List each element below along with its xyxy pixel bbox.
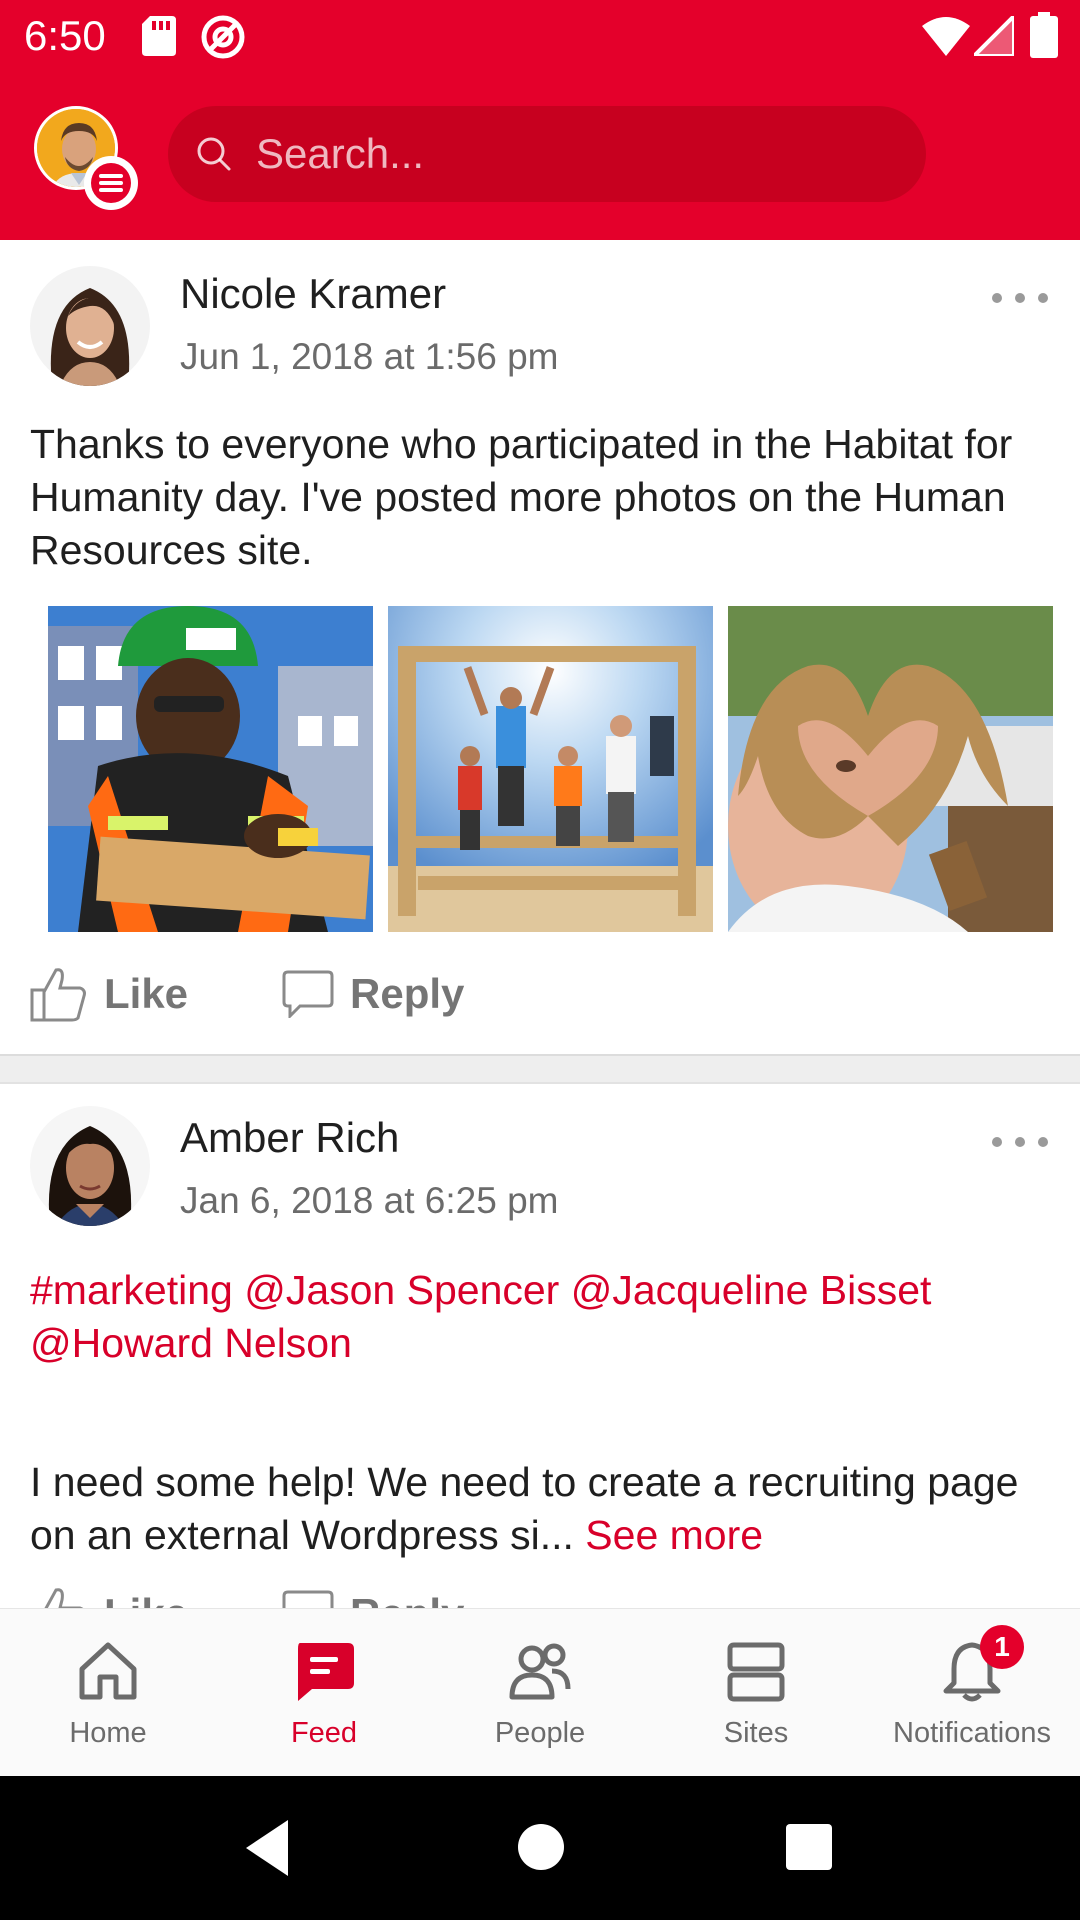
reply-label: Reply	[350, 970, 465, 1017]
photo-gloved-heart[interactable]	[728, 606, 1053, 932]
app-header	[0, 74, 1080, 240]
like-button[interactable]: Like	[30, 1584, 188, 1608]
reply-button[interactable]: Reply	[282, 964, 464, 1024]
post-body-text: I need some help! We need to create a re…	[30, 1459, 1019, 1558]
sites-icon	[727, 1642, 785, 1702]
status-time: 6:50	[24, 12, 106, 59]
thumbs-up-icon	[30, 968, 86, 1022]
reply-bubble-icon	[282, 1590, 334, 1608]
hamburger-menu-icon	[99, 174, 123, 192]
author-avatar[interactable]	[30, 266, 150, 386]
reply-label: Reply	[350, 1590, 464, 1608]
more-options-icon[interactable]	[992, 1134, 1048, 1150]
author-avatar-image	[30, 1106, 150, 1226]
system-navigation-bar	[0, 1776, 1080, 1920]
nav-home-label: Home	[69, 1717, 147, 1749]
post-actions: Like Reply	[30, 1584, 730, 1608]
nav-home[interactable]: Home	[0, 1609, 216, 1777]
wifi-icon	[922, 17, 970, 56]
reply-bubble-icon	[282, 970, 334, 1018]
nav-notifications[interactable]: 1 Notifications	[864, 1609, 1080, 1777]
nav-feed-label: Feed	[290, 1717, 358, 1749]
like-button[interactable]: Like	[30, 964, 188, 1024]
back-triangle-icon[interactable]	[240, 1816, 300, 1880]
post-divider	[0, 1054, 1080, 1084]
nav-sites-label: Sites	[723, 1717, 789, 1749]
status-bar: 6:50	[0, 0, 1080, 74]
like-label: Like	[104, 1590, 188, 1608]
cell-signal-icon	[974, 16, 1014, 56]
feed-post: Nicole Kramer Jun 1, 2018 at 1:56 pm Tha…	[0, 240, 1080, 1058]
post-body: Thanks to everyone who participated in t…	[30, 421, 1013, 573]
feed-list[interactable]: Nicole Kramer Jun 1, 2018 at 1:56 pm Tha…	[0, 240, 1080, 1608]
home-circle-icon[interactable]	[518, 1824, 564, 1870]
post-actions: Like Reply	[30, 964, 730, 1024]
post-author-name[interactable]: Nicole Kramer	[180, 270, 446, 318]
menu-badge	[84, 156, 138, 210]
author-avatar-image	[30, 266, 150, 386]
nav-notifications-label: Notifications	[893, 1717, 1051, 1749]
post-author-name[interactable]: Amber Rich	[180, 1114, 399, 1162]
see-more-link[interactable]: See more	[585, 1512, 763, 1558]
notification-count-badge: 1	[980, 1625, 1024, 1669]
search-bar[interactable]	[168, 106, 926, 202]
more-options-icon[interactable]	[992, 290, 1048, 306]
at-sign-icon	[201, 15, 245, 59]
home-icon	[79, 1642, 137, 1700]
post-mentions[interactable]: #marketing @Jason Spencer @Jacqueline Bi…	[30, 1264, 1060, 1370]
search-icon	[197, 137, 231, 171]
author-avatar[interactable]	[30, 1106, 150, 1226]
nav-people[interactable]: People	[432, 1609, 648, 1777]
sd-card-icon	[142, 16, 176, 56]
bottom-navigation: Home Feed People Sites 1 Notifications	[0, 1608, 1080, 1776]
battery-icon	[1030, 12, 1058, 58]
nav-sites[interactable]: Sites	[648, 1609, 864, 1777]
feed-post: Amber Rich Jan 6, 2018 at 6:25 pm #marke…	[0, 1084, 1080, 1608]
post-timestamp: Jan 6, 2018 at 6:25 pm	[180, 1180, 559, 1221]
like-label: Like	[104, 970, 189, 1017]
photo-worker-hardhat[interactable]	[48, 606, 373, 932]
nav-people-label: People	[494, 1717, 586, 1749]
reply-button[interactable]: Reply	[282, 1584, 464, 1608]
post-photo-grid	[48, 606, 1054, 932]
post-body: I need some help! We need to create a re…	[30, 1456, 1060, 1562]
profile-menu-button[interactable]	[34, 106, 138, 210]
feed-chat-icon	[298, 1643, 354, 1701]
post-timestamp: Jun 1, 2018 at 1:56 pm	[180, 336, 559, 377]
thumbs-up-icon	[44, 1588, 84, 1608]
recents-square-icon[interactable]	[786, 1824, 832, 1870]
people-icon	[509, 1643, 571, 1700]
bell-icon-wrap: 1	[940, 1625, 1024, 1703]
photo-volunteers-frame[interactable]	[388, 606, 713, 932]
search-input[interactable]	[256, 130, 856, 178]
nav-feed[interactable]: Feed	[216, 1609, 432, 1777]
